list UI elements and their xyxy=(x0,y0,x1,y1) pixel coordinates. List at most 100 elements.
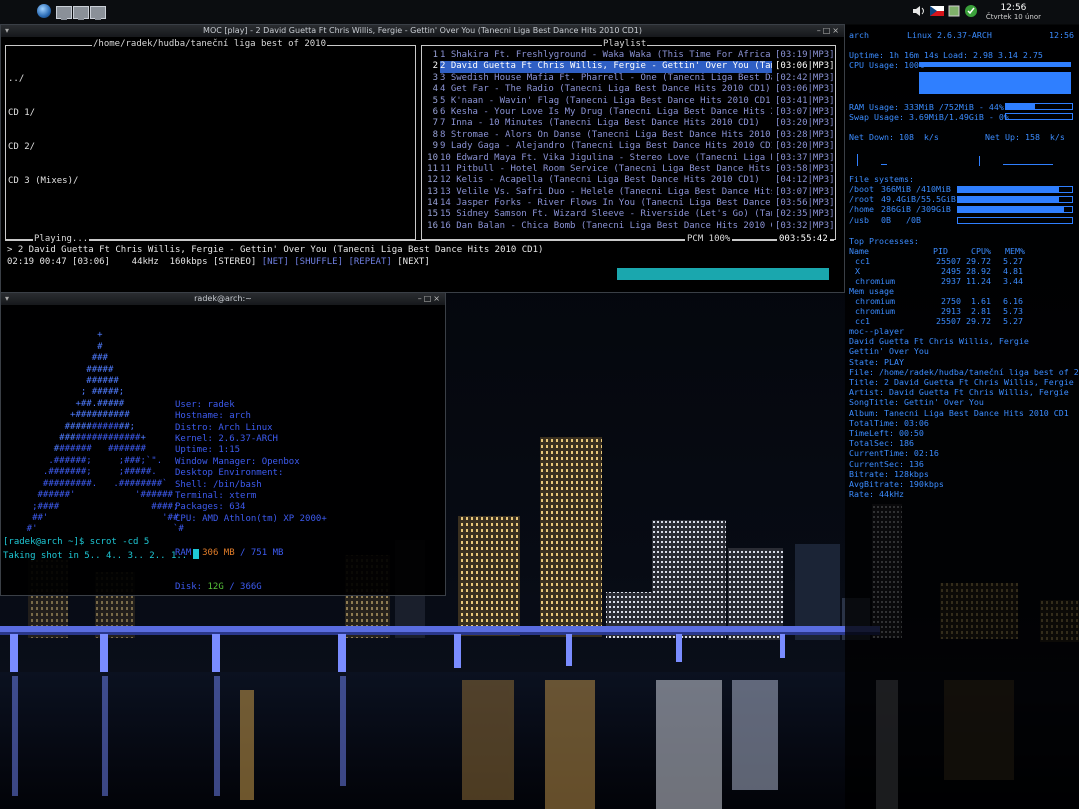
playlist-row[interactable]: 13 13 Velile Vs. Safri Duo - Helele (Tane… xyxy=(422,187,835,198)
playlist-song-time: [03:19|MP3] xyxy=(775,50,835,60)
playlist[interactable]: 11 Shakira Ft. Freshlyground - Waka Waka… xyxy=(422,50,835,232)
info-key: Desktop Environment: xyxy=(175,468,284,479)
playlist-index: 15 xyxy=(427,209,438,220)
playlist-song-time: [03:41|MP3] xyxy=(775,95,835,106)
conky-moc-line: TotalSec: 186 xyxy=(849,438,914,449)
moc-titlebar[interactable]: ▾ MOC [play] - 2 David Guetta Ft Chris W… xyxy=(1,25,844,37)
info-key: Shell: xyxy=(175,479,208,490)
info-key: Terminal: xyxy=(175,491,224,502)
conky-time: 12:56 xyxy=(1049,30,1074,40)
playlist-row[interactable]: 44 Get Far - The Radio (Tanecni Liga Bes… xyxy=(422,84,835,95)
system-info-row: Window Manager: Openbox xyxy=(175,457,327,468)
window-controls[interactable]: –□× xyxy=(817,25,841,37)
conky-moc-line: Rate: 44kHz xyxy=(849,489,904,500)
playlist-row[interactable]: 22 David Guetta Ft Chris Willis, Fergie … xyxy=(422,61,835,73)
total-time: [03:06] xyxy=(72,257,110,267)
playlist-index: 12 xyxy=(427,175,438,186)
cpu-graph xyxy=(919,72,1071,94)
playlist-song-title: 1 Shakira Ft. Freshlyground - Waka Waka … xyxy=(440,50,772,60)
shuffle-flag[interactable]: [SHUFFLE] xyxy=(294,257,343,267)
process-name: chromium xyxy=(855,306,895,317)
info-key: Kernel: xyxy=(175,434,213,445)
conky-swap-usage: Swap Usage: 3.69MiB/1.49GiB - 0% xyxy=(849,112,1009,122)
directory-entry[interactable]: ../ xyxy=(8,74,78,85)
playlist-row[interactable]: 99 Lady Gaga - Alejandro (Tanecni Liga B… xyxy=(422,141,835,152)
next-flag[interactable]: [NEXT] xyxy=(397,257,430,267)
playlist-total-time: 003:55:42 xyxy=(777,234,830,246)
playlist-row[interactable]: 88 Stromae - Alors On Danse (Tanecni Lig… xyxy=(422,130,835,141)
playlist-row[interactable]: 77 Inna - 10 Minutes (Tanecni Liga Best … xyxy=(422,118,835,129)
network-icon[interactable] xyxy=(948,4,960,18)
window-controls[interactable]: –□× xyxy=(418,293,442,305)
playlist-row[interactable]: 16 16 Dan Balan - Chica Bomb (Tanecni Lig… xyxy=(422,221,835,232)
info-value: Openbox xyxy=(261,456,300,467)
shell-output-line[interactable]: Taking shot in 5.. 4.. 3.. 2.. 1.. xyxy=(3,549,199,562)
playlist-row[interactable]: 55 K'naan - Wavin' Flag (Tanecni Liga Be… xyxy=(422,96,835,107)
volume-icon[interactable] xyxy=(912,5,926,17)
disk-used: 12G xyxy=(207,582,224,593)
top-processes-header: Top Processes: xyxy=(849,236,919,246)
volume-bar[interactable] xyxy=(617,268,829,280)
conky-moc-line: Title: 2 David Guetta Ft Chris Willis, F… xyxy=(849,377,1079,388)
playlist-song-title: 16 Dan Balan - Chica Bomb (Tanecni Liga … xyxy=(440,220,772,231)
keyboard-layout-flag-icon[interactable] xyxy=(930,6,944,16)
directory-entry[interactable]: CD 1/ xyxy=(8,108,78,119)
playlist-song-title: 2 David Guetta Ft Chris Willis, Fergie -… xyxy=(440,61,772,73)
repeat-flag[interactable]: [REPEAT] xyxy=(348,257,391,267)
playlist-row[interactable]: 12 12 Kelis - Acapella (Tanecni Liga Best… xyxy=(422,175,835,186)
process-mem: 5.73 xyxy=(1003,306,1023,317)
directory-entry[interactable]: CD 2/ xyxy=(8,142,78,153)
info-value: 2.6.37-ARCH xyxy=(218,434,278,445)
playlist-row[interactable]: 11 11 Pitbull - Hotel Room Service (Tanec… xyxy=(422,164,835,175)
arch-logo-icon[interactable] xyxy=(37,4,51,18)
directory-pane[interactable]: /home/radek/hudba/taneční liga best of 2… xyxy=(5,39,416,240)
fs-mount: /root xyxy=(849,194,874,205)
directory-list[interactable]: ../ CD 1/ CD 2/ CD 3 (Mixes)/ xyxy=(8,51,78,211)
shell-prompt-line[interactable]: [radek@arch ~]$ scrot -cd 5 xyxy=(3,537,149,548)
time-left: 00:47 xyxy=(39,257,67,267)
panel-clock[interactable]: 12:56 Čtvrtek 10 únor xyxy=(986,3,1041,22)
moc-player-window[interactable]: ▾ MOC [play] - 2 David Guetta Ft Chris W… xyxy=(0,24,845,293)
playlist-song-time: [03:07|MP3] xyxy=(775,186,835,197)
desktop-3-icon[interactable] xyxy=(90,6,106,20)
xterm-window[interactable]: ▾ radek@arch:~ –□× + # ### ##### ###### … xyxy=(0,292,446,596)
update-notifier-icon[interactable] xyxy=(964,4,978,18)
info-key: Uptime: xyxy=(175,445,213,456)
desktop-2-icon[interactable] xyxy=(73,6,89,20)
window-menu-icon[interactable]: ▾ xyxy=(5,25,9,37)
conky-ram-usage: RAM Usage: 333MiB /752MiB - 44% xyxy=(849,102,1004,112)
top-col-cpu: CPU% xyxy=(971,246,991,256)
desktop-1-icon[interactable] xyxy=(56,6,72,20)
process-pid: 2495 xyxy=(941,266,961,277)
playlist-song-title: 4 Get Far - The Radio (Tanecni Liga Best… xyxy=(440,84,771,95)
playlist-index: 8 xyxy=(432,129,438,140)
arch-ascii-logo: + # ### ##### ###### ; #####; +##.##### … xyxy=(5,330,184,535)
conky-moc-line: TotalTime: 03:06 xyxy=(849,417,929,428)
playlist-row[interactable]: 66 Kesha - Your Love Is My Drug (Tanecni… xyxy=(422,107,835,118)
conky-moc-info: moc--player David Guetta Ft Chris Willis,… xyxy=(849,326,1079,499)
directory-entry[interactable]: CD 3 (Mixes)/ xyxy=(8,176,78,187)
net-flag[interactable]: [NET] xyxy=(262,257,289,267)
disk-total: 366G xyxy=(240,582,262,593)
conky-net-down: Net Down: 108 k/s xyxy=(849,132,939,142)
playlist-row[interactable]: 15 15 Sidney Samson Ft. Wizard Sleeve - R… xyxy=(422,209,835,220)
conky-hostname: arch xyxy=(849,30,869,40)
ram-used: 306 MB xyxy=(202,548,235,559)
playlist-pane[interactable]: Playlist 11 Shakira Ft. Freshlyground - … xyxy=(421,39,836,240)
playlist-index: 1 xyxy=(432,50,438,60)
playlist-row[interactable]: 10 10 Edward Maya Ft. Vika Jigulina - Ste… xyxy=(422,153,835,164)
fs-usage-bar xyxy=(957,196,1073,204)
conky-moc-line: CurrentSec: 136 xyxy=(849,458,924,469)
process-pid: 2750 xyxy=(941,296,961,306)
playlist-row[interactable]: 33 Swedish House Mafia Ft. Pharrell - On… xyxy=(422,73,835,84)
playing-label: Playing... xyxy=(33,234,90,246)
system-info-row: User: radek xyxy=(175,400,327,411)
moc-window-title: MOC [play] - 2 David Guetta Ft Chris Wil… xyxy=(203,26,642,35)
playlist-row[interactable]: 14 14 Jasper Forks - River Flows In You (… xyxy=(422,198,835,209)
xterm-titlebar[interactable]: ▾ radek@arch:~ –□× xyxy=(1,293,445,305)
pcm-volume-label: PCM 100% xyxy=(685,234,733,246)
window-menu-icon[interactable]: ▾ xyxy=(5,293,9,305)
playlist-row[interactable]: 11 Shakira Ft. Freshlyground - Waka Waka… xyxy=(422,50,835,61)
system-info-row: CPU: AMD Athlon(tm) XP 2000+ xyxy=(175,514,327,525)
sample-rate: 44kHz xyxy=(131,257,159,267)
